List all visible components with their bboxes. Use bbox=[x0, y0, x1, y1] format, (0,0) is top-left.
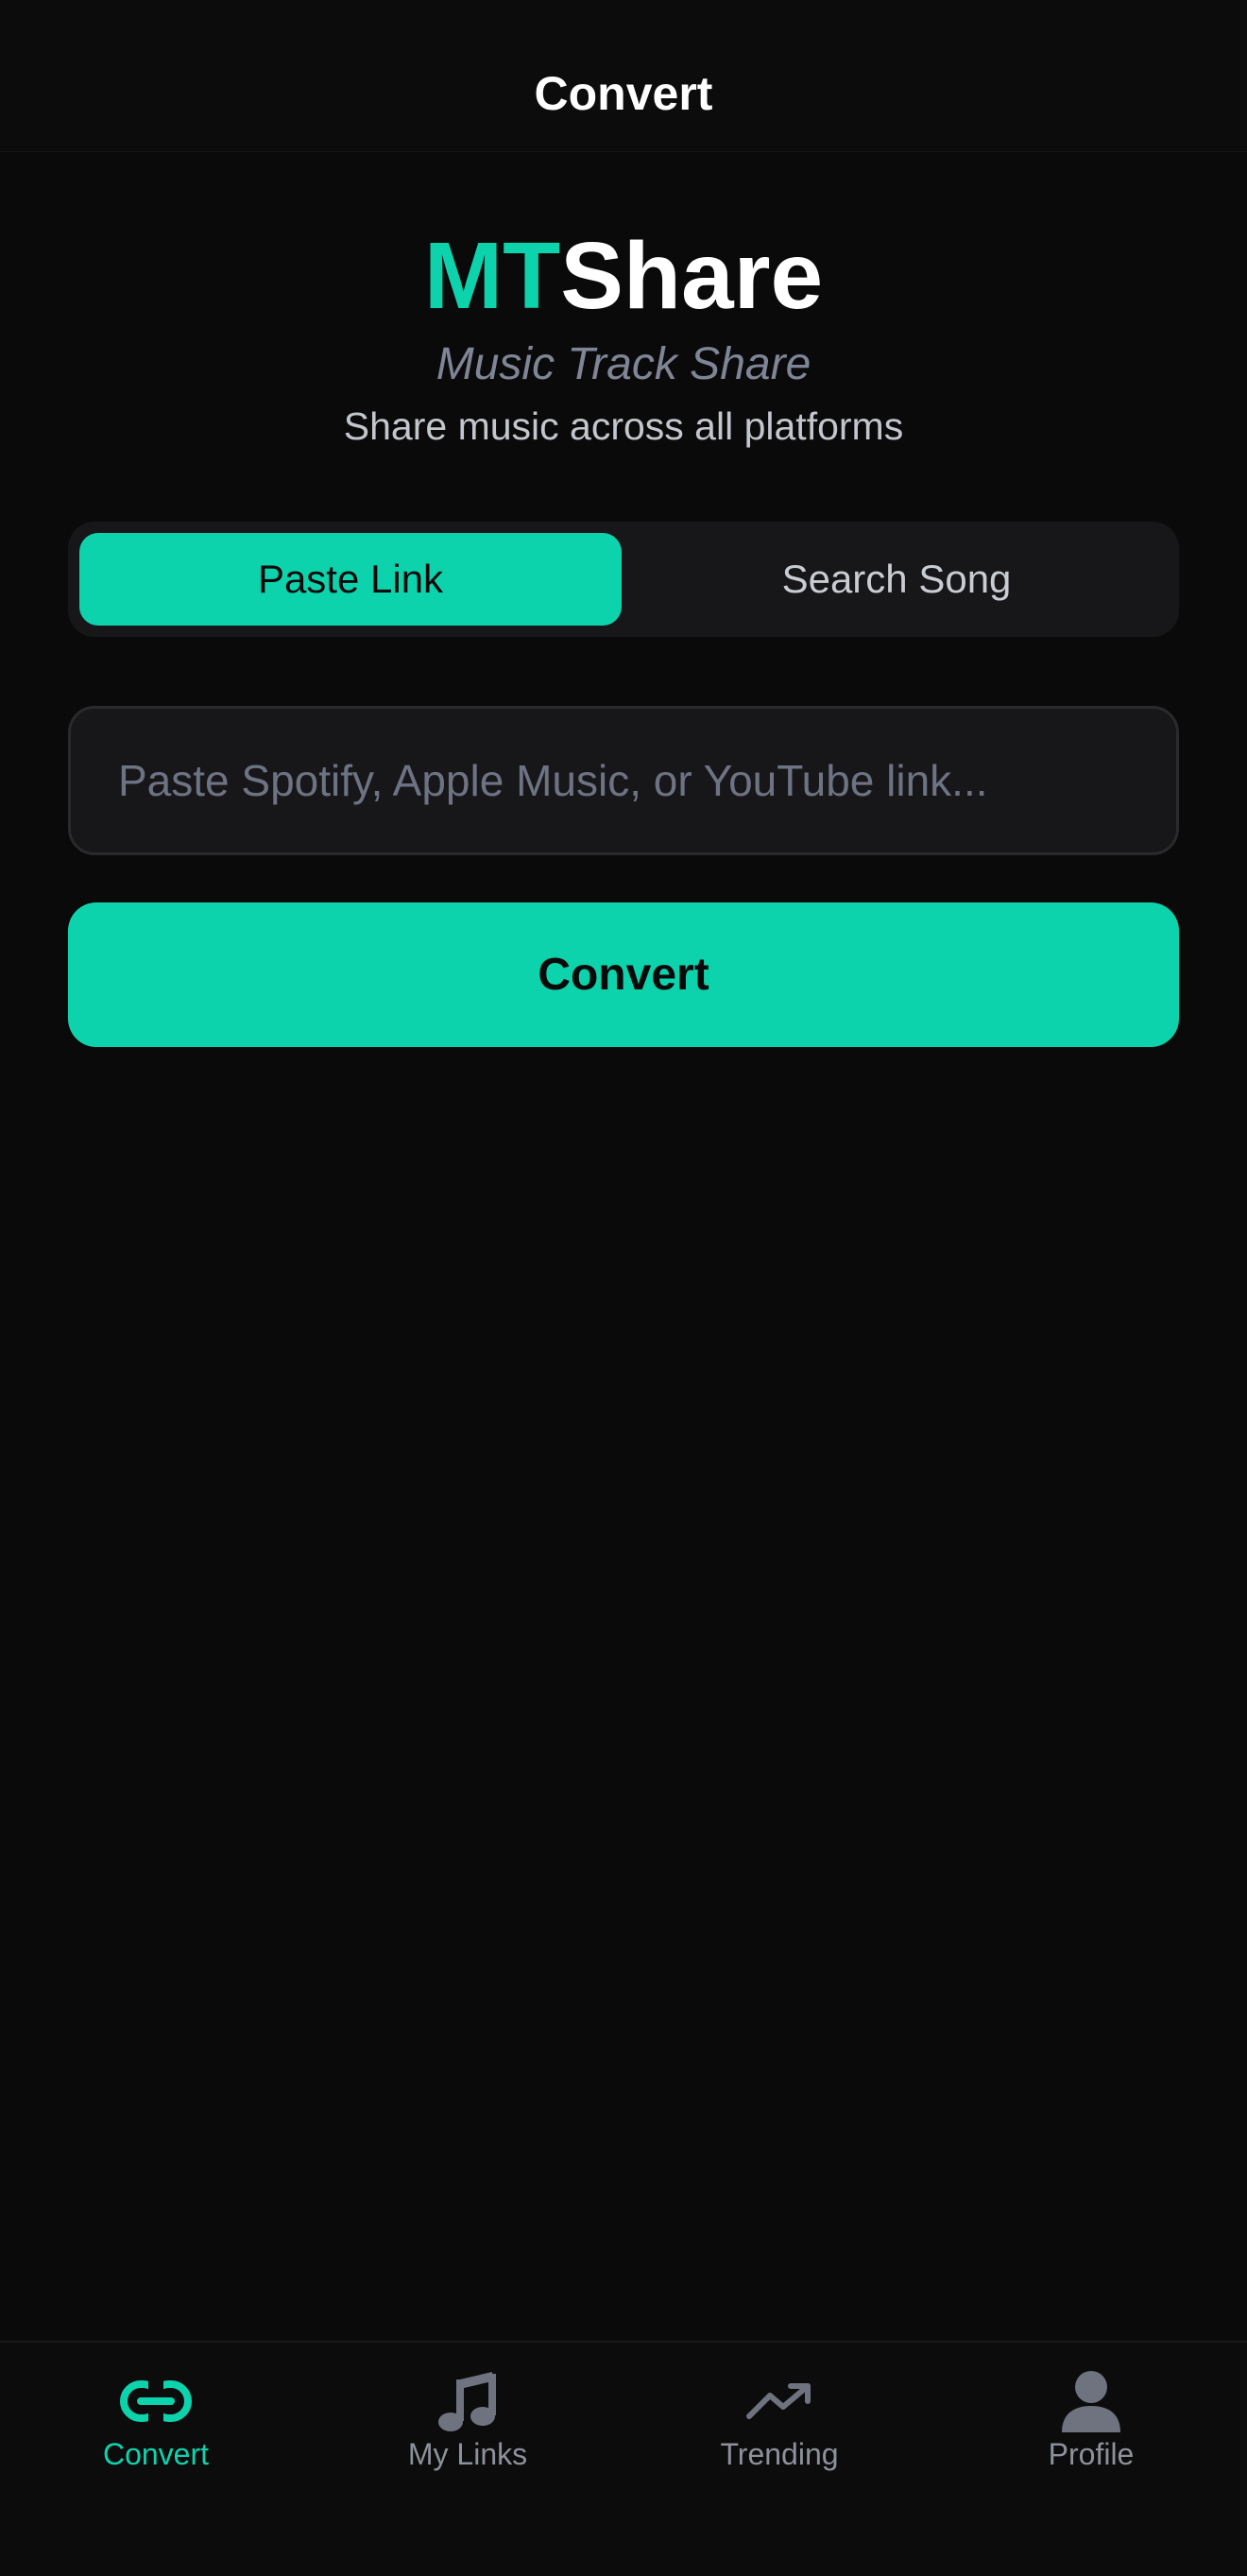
person-icon bbox=[935, 2363, 1247, 2439]
tab-label-profile: Profile bbox=[1048, 2437, 1135, 2471]
tab-convert[interactable]: Convert bbox=[0, 2343, 312, 2532]
logo-text: Share bbox=[560, 223, 824, 329]
music-note-icon bbox=[312, 2363, 624, 2439]
link-input[interactable] bbox=[68, 706, 1179, 855]
convert-button[interactable]: Convert bbox=[68, 902, 1179, 1047]
tab-label-trending: Trending bbox=[720, 2437, 839, 2471]
tab-trending[interactable]: Trending bbox=[624, 2343, 935, 2532]
navigation-bar: Convert bbox=[0, 0, 1247, 152]
nav-title: Convert bbox=[534, 67, 713, 120]
logo-accent-text: MT bbox=[423, 223, 561, 329]
trending-up-icon bbox=[624, 2363, 935, 2439]
tab-label-my-links: My Links bbox=[407, 2437, 528, 2471]
tab-my-links[interactable]: My Links bbox=[312, 2343, 624, 2532]
search-song-tab[interactable]: Search Song bbox=[625, 533, 1168, 626]
tab-bar: Convert My Links Trending Profile bbox=[0, 2341, 1247, 2576]
tab-label-convert: Convert bbox=[102, 2437, 210, 2471]
mode-segmented-control: Paste Link Search Song bbox=[68, 522, 1179, 637]
app-logo: MTShare bbox=[0, 219, 1247, 333]
app-screen: Convert MTShare Music Track Share Share … bbox=[0, 0, 1247, 2576]
paste-link-tab[interactable]: Paste Link bbox=[79, 533, 622, 626]
app-tagline: Share music across all platforms bbox=[343, 404, 904, 448]
link-icon bbox=[0, 2363, 312, 2439]
app-subtitle: Music Track Share bbox=[436, 339, 811, 389]
tab-profile[interactable]: Profile bbox=[935, 2343, 1247, 2532]
